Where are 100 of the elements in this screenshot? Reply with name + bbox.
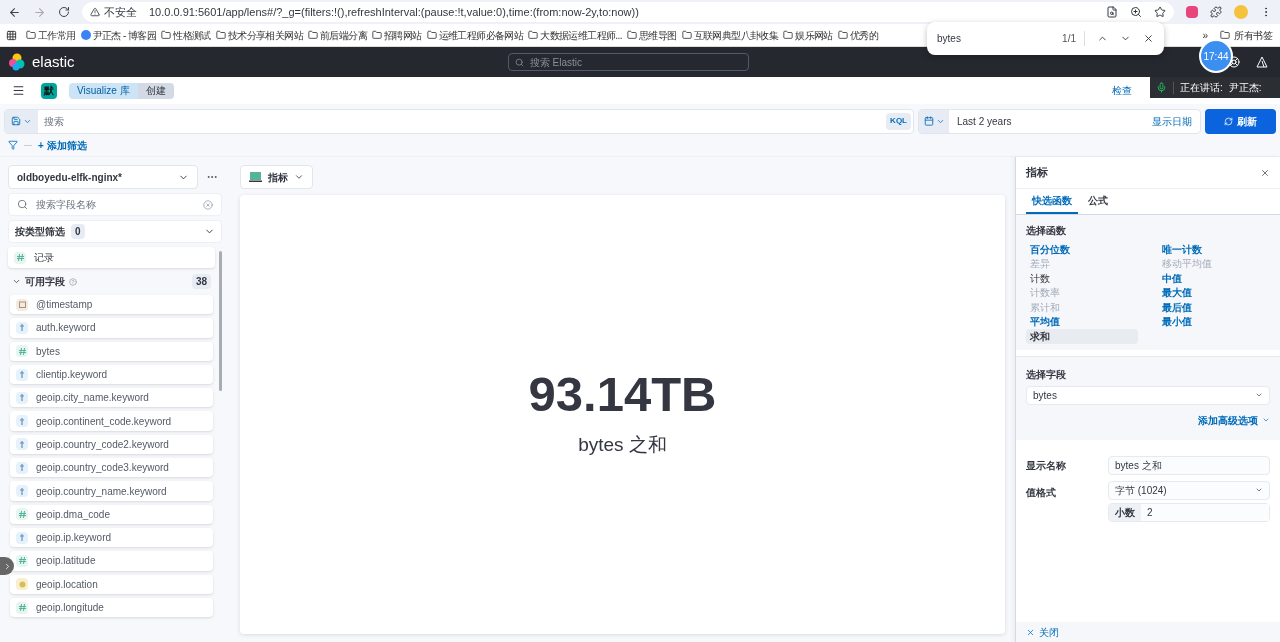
triangle-icon[interactable] — [1256, 56, 1268, 68]
bookmark[interactable]: 互联网典型八卦收集 — [681, 27, 779, 43]
function-option[interactable]: 求和 — [1026, 329, 1138, 344]
puzzle-icon[interactable] — [1210, 6, 1222, 18]
metric-icon — [249, 172, 262, 182]
field-item[interactable]: geoip.location — [10, 574, 213, 594]
reader-icon[interactable] — [1106, 6, 1118, 18]
scrollbar[interactable] — [219, 251, 222, 391]
field-item[interactable]: geoip.country_name.keyword — [10, 481, 213, 501]
field-item[interactable]: @timestamp — [10, 295, 213, 315]
warning-icon — [90, 7, 100, 17]
refresh-button[interactable]: 刷新 — [1205, 108, 1276, 134]
tab[interactable]: 公式 — [1082, 189, 1114, 214]
field-item[interactable]: bytes — [10, 341, 213, 361]
function-option[interactable]: 唯一计数 — [1158, 242, 1270, 257]
function-option[interactable]: 计数 — [1026, 271, 1138, 286]
field-item[interactable]: geoip.continent_code.keyword — [10, 411, 213, 431]
match-count: 1/1 — [1062, 31, 1085, 46]
field-item[interactable]: geoip.ip.keyword — [10, 527, 213, 548]
breadcrumb[interactable]: Visualize 库 — [69, 82, 138, 99]
field-item[interactable]: clientip.keyword — [10, 364, 213, 385]
index-pattern-select[interactable]: oldboyedu-elfk-nginx* — [8, 165, 198, 189]
field-item[interactable]: geoip.country_code2.keyword — [10, 434, 213, 455]
bookmark[interactable]: 运维工程师必备网站 — [426, 27, 524, 43]
filter-icon[interactable] — [8, 140, 18, 150]
close-icon[interactable] — [1260, 167, 1270, 178]
count-badge: 38 — [191, 274, 211, 289]
refresh-icon — [1224, 116, 1233, 126]
folder-icon — [1220, 30, 1231, 40]
folder-icon — [26, 30, 36, 40]
format-select[interactable]: 字节 (1024) — [1108, 480, 1270, 500]
field-select[interactable]: bytes — [1026, 385, 1270, 405]
reload-icon[interactable] — [58, 6, 70, 18]
folder-icon — [837, 30, 848, 40]
global-search-field[interactable]: 搜索 Elastic — [507, 53, 749, 71]
bookmark[interactable]: 尹正杰 - 博客园 — [80, 27, 157, 43]
folder-icon — [528, 30, 539, 40]
type-filter-button[interactable]: 按类型筛选 0 — [8, 220, 222, 243]
bookmark[interactable]: 优秀的 — [837, 27, 878, 43]
advanced-options-link[interactable]: 添加高级选项 — [1198, 412, 1270, 428]
apps-icon[interactable] — [6, 29, 17, 41]
function-option[interactable]: 最后值 — [1158, 300, 1270, 315]
form-label: 值格式 — [1026, 485, 1057, 500]
bookmark[interactable]: 前后端分离 — [307, 27, 367, 43]
metric-value: 93.14TB — [528, 369, 717, 419]
breadcrumb[interactable]: 创建 — [137, 82, 174, 99]
date-picker-button[interactable] — [919, 109, 949, 133]
bookmark[interactable]: 招聘网站 — [371, 27, 422, 43]
number-field-icon — [16, 508, 28, 521]
field-search-field[interactable]: 搜索字段名称 — [8, 193, 222, 216]
expand-handle[interactable] — [0, 557, 14, 575]
close-icon[interactable] — [1143, 33, 1154, 44]
field-item[interactable]: geoip.longitude — [10, 597, 213, 618]
bookmark[interactable]: 技术分享相关网站 — [215, 27, 303, 43]
extension-icon[interactable] — [1186, 6, 1198, 18]
function-option[interactable]: 百分位数 — [1026, 242, 1138, 257]
count-badge: 0 — [71, 224, 85, 239]
display-name-field[interactable]: bytes 之和 — [1108, 455, 1270, 475]
show-dates-link[interactable]: 显示日期 — [1144, 109, 1200, 133]
function-option[interactable]: 平均值 — [1026, 314, 1138, 329]
form-label: 显示名称 — [1026, 458, 1067, 473]
add-filter-link[interactable]: + 添加筛选 — [38, 137, 87, 153]
collapse-icon[interactable] — [12, 277, 21, 286]
speaker-name: 尹正杰: — [1228, 81, 1262, 95]
field-item[interactable]: geoip.country_code3.keyword — [10, 458, 213, 478]
folder-icon — [626, 30, 637, 40]
back-icon[interactable] — [8, 5, 21, 19]
text-field-icon — [16, 321, 28, 334]
address-bar[interactable]: 不安全 10.0.0.91:5601/app/lens#/?_g=(filters:!(),refreshInterval:(pause:!t,value:0),time:(from:now-2y,to:now)) — [82, 2, 1174, 22]
function-option[interactable]: 最大值 — [1158, 285, 1270, 300]
close-button[interactable]: 关闭 — [1026, 624, 1059, 640]
text-field-icon — [16, 461, 28, 474]
folder-icon — [426, 30, 437, 40]
folder-icon — [783, 30, 794, 40]
field-item[interactable]: auth.keyword — [10, 318, 213, 338]
text-field-icon — [16, 415, 28, 428]
number-field-icon — [16, 601, 28, 614]
chart-type-button[interactable]: 指标 — [240, 165, 313, 189]
field-item[interactable]: geoip.city_name.keyword — [10, 388, 213, 408]
bookmark[interactable]: 性格测试 — [161, 27, 211, 43]
space-avatar[interactable]: 默 — [41, 82, 57, 99]
folder-icon — [681, 30, 692, 40]
inspect-link[interactable]: 检查 — [1112, 83, 1132, 98]
zoom-icon[interactable] — [1130, 6, 1142, 18]
function-option[interactable]: 最小值 — [1158, 314, 1270, 329]
bookmark[interactable]: 工作常用 — [26, 27, 76, 43]
speaking-label: 正在讲话: — [1180, 81, 1223, 95]
find-field[interactable]: bytes — [937, 31, 1055, 46]
bookmark[interactable]: 大数据运维工程师... — [528, 27, 622, 43]
field-item[interactable]: geoip.dma_code — [10, 504, 213, 524]
section-label: 选择字段 — [1026, 367, 1067, 382]
time-range[interactable]: Last 2 years — [949, 109, 1144, 133]
menu-icon[interactable] — [12, 84, 25, 97]
bookmark[interactable]: 思维导图 — [626, 27, 677, 43]
function-option[interactable]: 中值 — [1158, 271, 1270, 286]
field-item[interactable]: 记录 — [8, 247, 215, 268]
bookmark[interactable]: 娱乐网站 — [783, 27, 833, 43]
star-icon[interactable] — [1154, 6, 1166, 18]
field-item[interactable]: geoip.latitude — [10, 551, 213, 571]
close-icon — [1026, 627, 1035, 637]
